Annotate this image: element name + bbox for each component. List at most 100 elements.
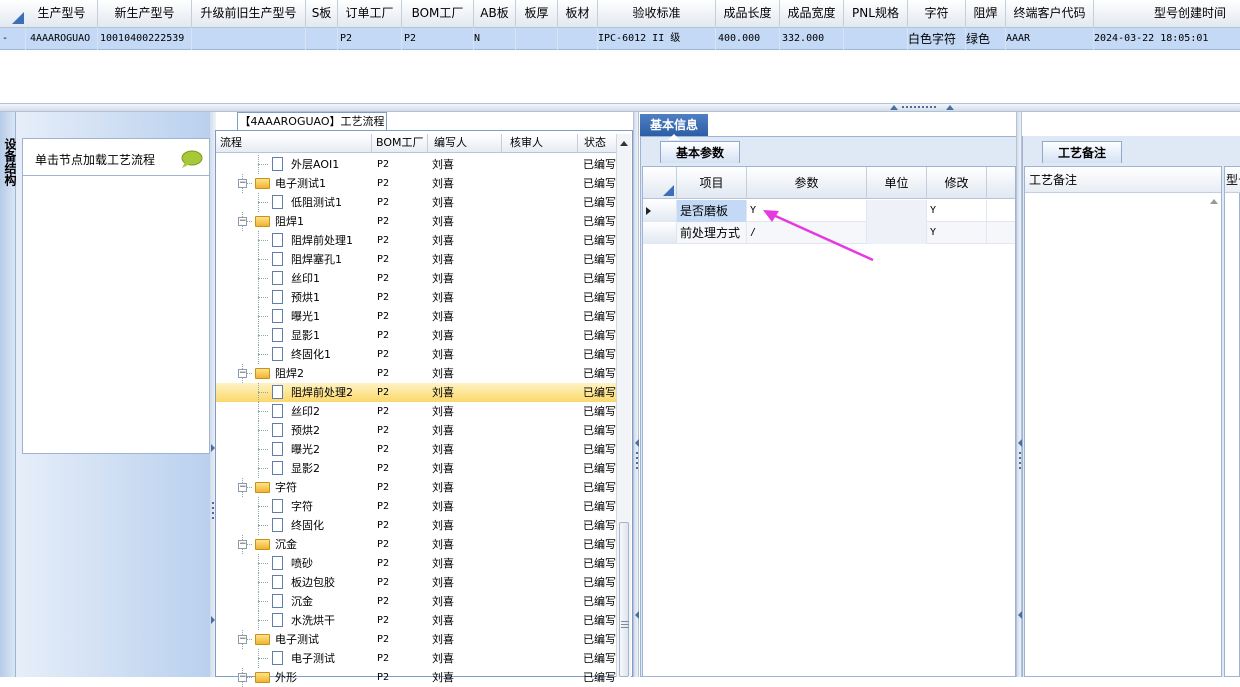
tab-process-notes[interactable]: 工艺备注 — [1042, 141, 1122, 163]
params-grid-corner[interactable] — [643, 167, 677, 199]
tree-leaf-row[interactable]: 显影2 P2 刘喜 已编写 — [216, 459, 616, 478]
scroll-up-icon[interactable] — [1209, 197, 1219, 205]
col-header[interactable]: 订单工厂 — [338, 0, 402, 28]
grid-cell[interactable]: 白色字符 — [908, 28, 966, 50]
col-header[interactable]: 新生产型号 — [98, 0, 192, 28]
col-header[interactable]: 升级前旧生产型号 — [192, 0, 306, 28]
tree-leaf-row[interactable]: 终固化 P2 刘喜 已编写 — [216, 516, 616, 535]
tree-leaf-row[interactable]: 阻焊前处理1 P2 刘喜 已编写 — [216, 231, 616, 250]
tree-folder-row[interactable]: − 沉金 P2 刘喜 已编写 — [216, 535, 616, 554]
tree-leaf-row[interactable]: 沉金 P2 刘喜 已编写 — [216, 592, 616, 611]
collapse-toggle-icon[interactable]: − — [238, 217, 247, 226]
grid-cell[interactable]: P2 — [338, 28, 402, 50]
collapse-toggle-icon[interactable]: − — [238, 179, 247, 188]
tree-leaf-row[interactable]: 电子测试 P2 刘喜 已编写 — [216, 649, 616, 668]
middle-vertical-splitter[interactable] — [633, 112, 639, 677]
tree-reviewer-cell — [506, 326, 576, 345]
tree-leaf-row[interactable]: 字符 P2 刘喜 已编写 — [216, 497, 616, 516]
tree-leaf-row[interactable]: 显影1 P2 刘喜 已编写 — [216, 326, 616, 345]
document-icon — [272, 271, 283, 285]
grid-cell[interactable]: P2 — [402, 28, 474, 50]
grid-cell[interactable] — [516, 28, 558, 50]
grid-cell[interactable]: 332.000 — [782, 28, 844, 50]
grid-cell[interactable]: 2024-03-22 18:05:01 — [1094, 28, 1240, 50]
tree-col-header[interactable]: 状态 — [578, 134, 616, 153]
tree-leaf-row[interactable]: 丝印1 P2 刘喜 已编写 — [216, 269, 616, 288]
tree-leaf-row[interactable]: 外层AOI1 P2 刘喜 已编写 — [216, 155, 616, 174]
params-col-header[interactable]: 修改 — [927, 167, 987, 199]
collapse-toggle-icon[interactable]: − — [238, 369, 247, 378]
tree-folder-row[interactable]: − 阻焊2 P2 刘喜 已编写 — [216, 364, 616, 383]
tree-leaf-row[interactable]: 阻焊前处理2 P2 刘喜 已编写 — [216, 383, 616, 402]
tree-leaf-row[interactable]: 板边包胶 P2 刘喜 已编写 — [216, 573, 616, 592]
tree-folder-row[interactable]: − 电子测试 P2 刘喜 已编写 — [216, 630, 616, 649]
notes-col-header[interactable]: 工艺备注 — [1025, 167, 1221, 193]
tree-leaf-row[interactable]: 丝印2 P2 刘喜 已编写 — [216, 402, 616, 421]
table-row[interactable]: - 4AAAROGUAO 10010400222539 P2 P2 N IPC-… — [0, 28, 1240, 50]
col-header[interactable]: 阻焊 — [966, 0, 1006, 28]
tree-folder-row[interactable]: − 电子测试1 P2 刘喜 已编写 — [216, 174, 616, 193]
param-modify-cell[interactable]: Y — [927, 222, 987, 244]
param-item-cell[interactable]: 是否磨板 — [677, 200, 747, 222]
col-header[interactable]: 生产型号 — [26, 0, 98, 28]
device-structure-tab[interactable]: 设备结构 — [0, 112, 17, 677]
grid-cell[interactable]: AAAR — [1006, 28, 1094, 50]
tree-leaf-row[interactable]: 阻焊塞孔1 P2 刘喜 已编写 — [216, 250, 616, 269]
tree-col-header[interactable]: 编写人 — [428, 134, 502, 153]
grid-cell[interactable] — [844, 28, 908, 50]
col-header[interactable]: 板厚 — [516, 0, 558, 28]
horizontal-splitter[interactable] — [0, 103, 1240, 112]
tree-leaf-row[interactable]: 曝光2 P2 刘喜 已编写 — [216, 440, 616, 459]
tree-folder-row[interactable]: − 外形 P2 刘喜 已编写 — [216, 668, 616, 687]
grid-cell[interactable] — [558, 28, 598, 50]
col-header[interactable]: S板 — [306, 0, 338, 28]
tree-col-header[interactable]: 核审人 — [502, 134, 578, 153]
tree-writer-cell: 刘喜 — [432, 633, 454, 646]
tree-leaf-row[interactable]: 水洗烘干 P2 刘喜 已编写 — [216, 611, 616, 630]
tree-leaf-row[interactable]: 预烘1 P2 刘喜 已编写 — [216, 288, 616, 307]
notes-col-header-2[interactable]: 型号 — [1225, 167, 1240, 193]
col-header[interactable]: 成品长度 — [716, 0, 780, 28]
col-header[interactable]: 成品宽度 — [780, 0, 844, 28]
param-item-cell[interactable]: 前处理方式 — [677, 222, 747, 244]
col-header[interactable]: 字符 — [908, 0, 966, 28]
col-header[interactable]: 终端客户代码 — [1006, 0, 1094, 28]
col-header[interactable]: BOM工厂 — [402, 0, 474, 28]
col-header[interactable]: PNL规格 — [844, 0, 908, 28]
tree-scrollbar[interactable] — [616, 134, 631, 677]
tree-leaf-row[interactable]: 预烘2 P2 刘喜 已编写 — [216, 421, 616, 440]
tree-folder-row[interactable]: − 字符 P2 刘喜 已编写 — [216, 478, 616, 497]
tree-leaf-row[interactable]: 终固化1 P2 刘喜 已编写 — [216, 345, 616, 364]
tree-col-header[interactable]: 流程 — [216, 134, 372, 153]
col-header[interactable]: AB板 — [474, 0, 516, 28]
tree-leaf-row[interactable]: 低阻测试1 P2 刘喜 已编写 — [216, 193, 616, 212]
grid-cell[interactable] — [192, 28, 306, 50]
tree-folder-row[interactable]: − 阻焊1 P2 刘喜 已编写 — [216, 212, 616, 231]
col-header[interactable]: 验收标准 — [598, 0, 716, 28]
scroll-thumb[interactable] — [619, 522, 629, 677]
collapse-toggle-icon[interactable]: − — [238, 673, 247, 682]
collapse-toggle-icon[interactable]: − — [238, 635, 247, 644]
tab-basic-params[interactable]: 基本参数 — [660, 141, 740, 163]
grid-cell[interactable]: 4AAAROGUAO — [30, 28, 98, 50]
grid-cell[interactable]: 绿色 — [966, 28, 1006, 50]
tree-col-header[interactable]: BOM工厂 — [372, 134, 428, 153]
tree-leaf-row[interactable]: 曝光1 P2 刘喜 已编写 — [216, 307, 616, 326]
tab-basic-info[interactable]: 基本信息 — [640, 114, 708, 136]
col-header[interactable]: 板材 — [558, 0, 598, 28]
collapse-toggle-icon[interactable]: − — [238, 540, 247, 549]
tree-leaf-row[interactable]: 喷砂 P2 刘喜 已编写 — [216, 554, 616, 573]
grid-corner-cell[interactable] — [0, 0, 26, 28]
grid-cell[interactable]: N — [474, 28, 516, 50]
collapse-toggle-icon[interactable]: − — [238, 483, 247, 492]
params-col-header[interactable]: 参数 — [747, 167, 867, 199]
grid-cell[interactable]: IPC-6012 II 级 — [598, 28, 716, 50]
grid-cell[interactable]: 10010400222539 — [100, 28, 192, 50]
grid-cell[interactable]: 400.000 — [718, 28, 780, 50]
col-header[interactable]: 型号创建时间 — [1094, 0, 1240, 28]
params-col-header[interactable]: 项目 — [677, 167, 747, 199]
param-modify-cell[interactable]: Y — [927, 200, 987, 222]
grid-cell[interactable] — [306, 28, 338, 50]
params-col-header[interactable]: 单位 — [867, 167, 927, 199]
scroll-up-icon[interactable] — [619, 139, 629, 147]
